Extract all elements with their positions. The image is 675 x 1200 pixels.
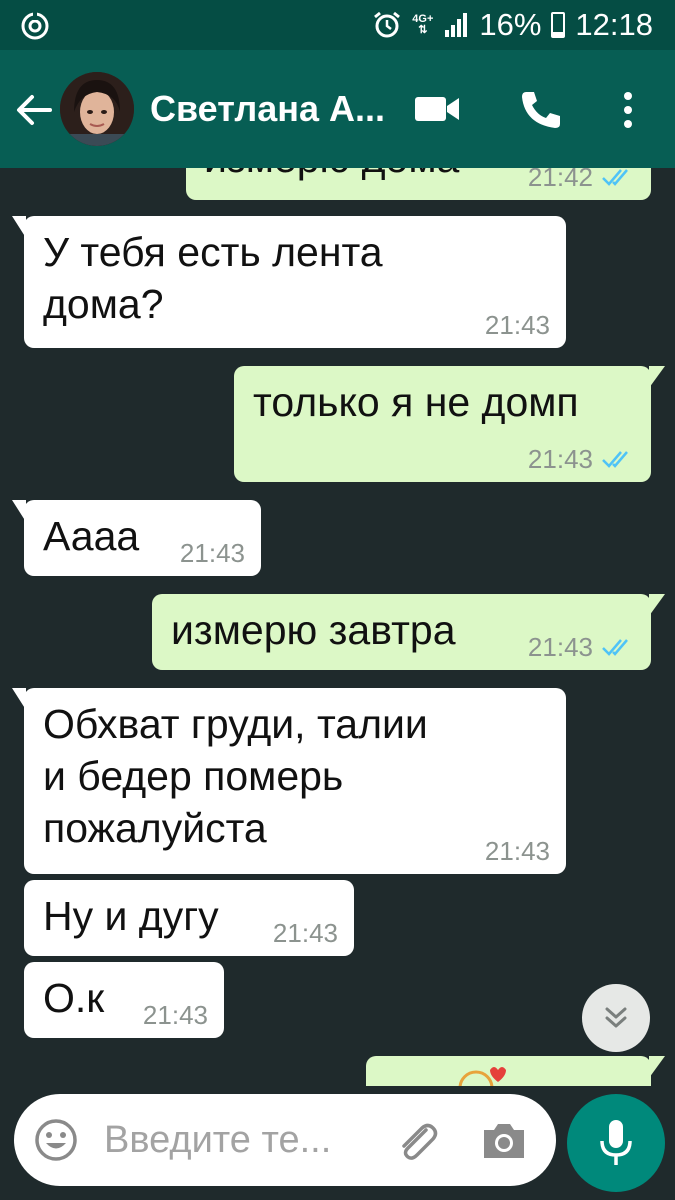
message-text: О.к (43, 975, 105, 1021)
data-arrows-icon: ⇅ (418, 24, 428, 36)
message-list[interactable]: измерю дома 21:42 У тебя есть лента дома… (0, 168, 675, 1086)
message-meta: 21:43 (485, 310, 550, 340)
battery-percent: 16% (479, 7, 542, 42)
read-receipt-icon (602, 451, 628, 468)
alarm-icon (374, 11, 401, 38)
message-time: 21:43 (484, 310, 550, 340)
microphone-icon (600, 1120, 632, 1165)
scroll-to-bottom-button[interactable] (582, 984, 650, 1052)
message-meta: 21:43 (143, 1000, 208, 1030)
sync-icon (21, 12, 49, 40)
camera-icon[interactable] (480, 1118, 528, 1162)
chat-header: Светлана А... (0, 50, 675, 168)
message-time: 21:43 (484, 836, 550, 866)
signal-icon (445, 13, 468, 37)
message-time: 21:43 (142, 1000, 208, 1030)
read-receipt-icon (602, 639, 628, 656)
message-text: У тебя есть лента дома? (43, 229, 383, 327)
video-call-icon[interactable] (414, 94, 460, 124)
message-time: 21:43 (527, 444, 593, 474)
network-type: 4G+ ⇅ (412, 14, 433, 36)
message-text: измерю завтра (171, 607, 456, 653)
message-text: Ну и дугу (43, 893, 219, 939)
message-bubble-incoming[interactable]: Обхват груди, талии и бедер померь пожал… (12, 688, 566, 874)
emoji-sticker-icon (458, 1067, 506, 1086)
message-bubble-incoming[interactable]: Ну и дугу 21:43 (24, 880, 354, 956)
message-time: 21:42 (527, 168, 593, 192)
chevron-double-down-icon (605, 1007, 627, 1028)
message-time: 21:43 (527, 632, 593, 662)
message-bubble-outgoing[interactable]: измерю завтра 21:43 (152, 594, 665, 670)
phone-icon[interactable] (518, 90, 562, 130)
message-time: 21:43 (272, 918, 338, 948)
message-meta: 21:43 (528, 444, 635, 474)
message-bubble-incoming[interactable]: У тебя есть лента дома? 21:43 (12, 216, 566, 348)
message-text: измерю дома (204, 168, 459, 184)
message-meta: 21:43 (273, 918, 338, 948)
message-text: Аааа (43, 513, 140, 559)
emoji-icon[interactable] (34, 1118, 78, 1162)
status-bar: 4G+ ⇅ 16% 12:18 (0, 0, 675, 50)
message-bubble-outgoing[interactable]: измерю дома 21:42 (186, 168, 651, 200)
message-meta: 21:42 (528, 168, 635, 192)
read-receipt-icon (602, 169, 628, 186)
battery-icon (551, 12, 566, 38)
message-text: только я не домп (253, 379, 579, 425)
more-vert-icon[interactable] (614, 90, 642, 130)
message-bubble-incoming[interactable]: О.к 21:43 (24, 962, 224, 1038)
message-bubble-outgoing[interactable]: только я не домп 21:43 (234, 366, 665, 482)
contact-avatar[interactable] (60, 72, 134, 146)
clock: 12:18 (575, 7, 653, 42)
contact-name[interactable]: Светлана А... (150, 88, 390, 130)
message-meta: 21:43 (485, 836, 550, 866)
message-bubble-incoming[interactable]: Аааа 21:43 (12, 500, 261, 576)
paperclip-icon[interactable] (392, 1116, 440, 1164)
message-composer (14, 1094, 556, 1186)
message-text: Обхват груди, талии и бедер померь пожал… (43, 701, 428, 851)
message-meta: 21:43 (180, 538, 245, 568)
message-input[interactable] (104, 1112, 354, 1168)
message-bubble-outgoing[interactable] (366, 1056, 665, 1086)
message-time: 21:43 (179, 538, 245, 568)
voice-message-button[interactable] (567, 1094, 665, 1192)
message-meta: 21:43 (528, 632, 635, 662)
back-arrow-icon[interactable] (14, 90, 54, 130)
